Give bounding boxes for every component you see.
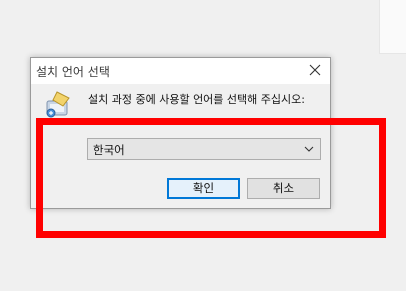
- language-dropdown[interactable]: 한국어: [87, 138, 321, 160]
- dialog-message: 설치 과정 중에 사용할 언어를 선택해 주십시오:: [88, 93, 305, 106]
- background-window-edge: [379, 0, 406, 54]
- close-icon[interactable]: [308, 63, 322, 77]
- ok-button[interactable]: 확인: [167, 178, 240, 199]
- title-bar: 설치 언어 선택: [31, 58, 330, 84]
- dialog-title: 설치 언어 선택: [36, 65, 110, 79]
- language-select-dialog: 설치 언어 선택 설치 과정 중에 사용할 언어를 선택해 주십시오: 한국어 …: [30, 57, 331, 209]
- chevron-down-icon: [304, 146, 314, 152]
- installer-icon: [46, 91, 70, 118]
- cancel-button[interactable]: 취소: [247, 178, 320, 199]
- selected-language: 한국어: [93, 143, 125, 157]
